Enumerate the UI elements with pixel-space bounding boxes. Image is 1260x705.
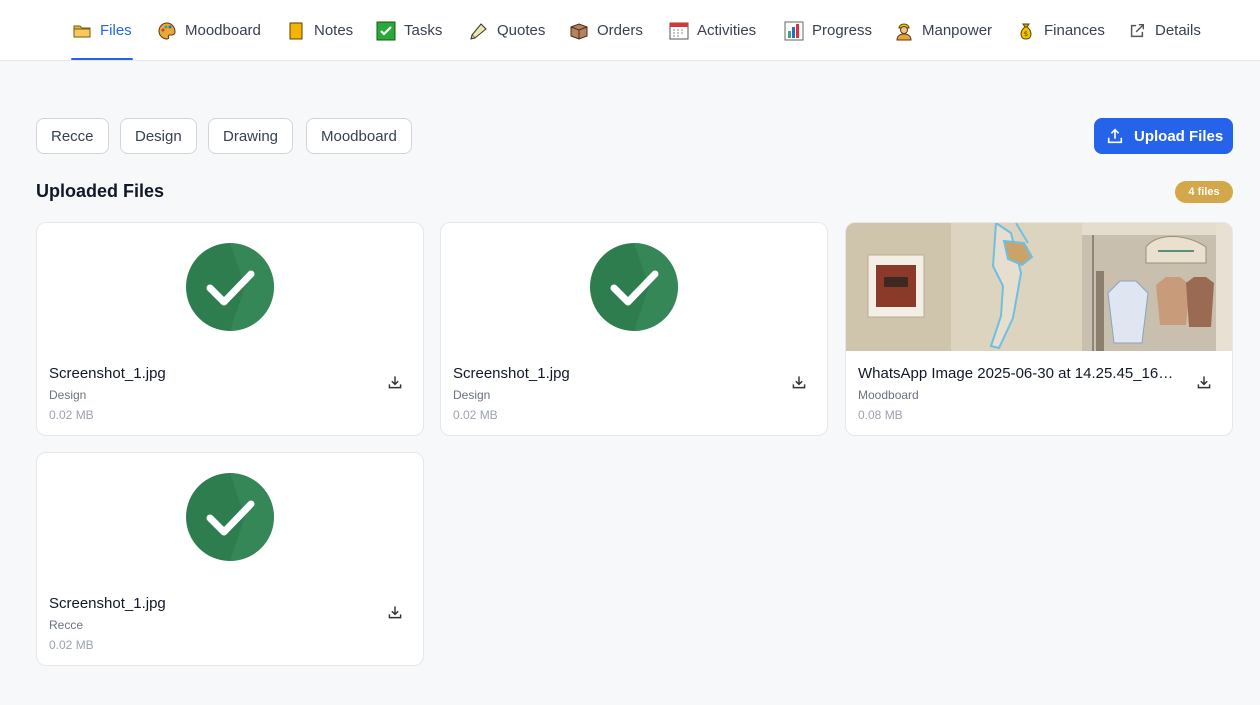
tab-label: Tasks xyxy=(404,22,443,39)
upload-label: Upload Files xyxy=(1134,127,1224,145)
checkmark-icon xyxy=(590,243,678,331)
tab-progress[interactable]: Progress xyxy=(784,0,872,61)
file-size: 0.08 MB xyxy=(858,408,903,422)
bar-chart-icon xyxy=(784,21,804,41)
tab-manpower[interactable]: Manpower xyxy=(894,0,992,61)
section-title: Uploaded Files xyxy=(36,181,165,201)
upload-icon xyxy=(1106,127,1124,145)
file-name: WhatsApp Image 2025-06-30 at 14.25.45_16… xyxy=(858,365,1178,382)
filter-recce[interactable]: Recce xyxy=(36,118,109,154)
tab-details[interactable]: Details xyxy=(1127,0,1201,61)
filter-label: Design xyxy=(135,127,182,145)
tab-activities[interactable]: Activities xyxy=(669,0,756,61)
file-thumbnail xyxy=(37,223,423,351)
external-link-icon xyxy=(1127,21,1147,41)
filter-label: Recce xyxy=(51,127,94,145)
filter-label: Drawing xyxy=(223,127,279,145)
filter-label: Moodboard xyxy=(321,127,397,145)
tab-tasks[interactable]: Tasks xyxy=(376,0,442,61)
upload-files-button[interactable]: Upload Files xyxy=(1094,118,1233,154)
calendar-icon xyxy=(669,21,689,41)
file-size: 0.02 MB xyxy=(49,408,94,422)
download-icon[interactable] xyxy=(385,602,405,622)
top-nav: Files Moodboard Notes Tasks Quotes Order… xyxy=(0,0,1260,61)
file-thumbnail xyxy=(846,223,1232,351)
file-card[interactable]: Screenshot_1.jpg Design 0.02 MB xyxy=(36,222,424,436)
tab-label: Finances xyxy=(1044,22,1105,39)
note-icon xyxy=(286,21,306,41)
filter-drawing[interactable]: Drawing xyxy=(208,118,294,154)
download-icon[interactable] xyxy=(789,372,809,392)
tab-files[interactable]: Files xyxy=(71,0,133,61)
box-icon xyxy=(569,21,589,41)
tab-label: Details xyxy=(1155,22,1201,39)
file-name: Screenshot_1.jpg xyxy=(49,365,166,382)
money-bag-icon: $ xyxy=(1016,21,1036,41)
checkmark-icon xyxy=(186,473,274,561)
file-category: Design xyxy=(49,388,87,402)
file-category: Design xyxy=(453,388,491,402)
file-card[interactable]: Screenshot_1.jpg Design 0.02 MB xyxy=(440,222,828,436)
palette-icon xyxy=(157,21,177,41)
file-thumbnail xyxy=(37,453,423,581)
file-category: Moodboard xyxy=(858,388,919,402)
file-thumbnail xyxy=(441,223,827,351)
tab-label: Manpower xyxy=(922,22,993,39)
tab-finances[interactable]: $ Finances xyxy=(1016,0,1105,61)
tab-label: Quotes xyxy=(497,22,546,39)
check-box-icon xyxy=(376,21,396,41)
tab-notes[interactable]: Notes xyxy=(286,0,353,61)
file-size: 0.02 MB xyxy=(453,408,498,422)
checkmark-icon xyxy=(186,243,274,331)
tab-moodboard[interactable]: Moodboard xyxy=(157,0,261,61)
worker-icon xyxy=(894,21,914,41)
photo-thumbnail xyxy=(846,223,1232,351)
tab-label: Moodboard xyxy=(185,22,261,39)
tab-label: Notes xyxy=(314,22,354,39)
file-card[interactable]: WhatsApp Image 2025-06-30 at 14.25.45_16… xyxy=(845,222,1233,436)
download-icon[interactable] xyxy=(1194,372,1214,392)
tab-orders[interactable]: Orders xyxy=(569,0,643,61)
tab-label: Orders xyxy=(597,22,643,39)
file-count-badge: 4 files xyxy=(1175,181,1233,203)
quote-icon xyxy=(469,21,489,41)
download-icon[interactable] xyxy=(385,372,405,392)
file-name: Screenshot_1.jpg xyxy=(49,595,166,612)
tab-quotes[interactable]: Quotes xyxy=(469,0,545,61)
file-category: Recce xyxy=(49,618,84,632)
file-size: 0.02 MB xyxy=(49,638,94,652)
file-name: Screenshot_1.jpg xyxy=(453,365,570,382)
filter-design[interactable]: Design xyxy=(120,118,197,154)
filter-moodboard[interactable]: Moodboard xyxy=(306,118,412,154)
tab-label: Progress xyxy=(812,22,873,39)
svg-text:$: $ xyxy=(1024,30,1028,38)
tab-label: Files xyxy=(100,22,132,39)
folder-icon xyxy=(72,21,92,41)
file-card[interactable]: Screenshot_1.jpg Recce 0.02 MB xyxy=(36,452,424,666)
tab-label: Activities xyxy=(697,22,757,39)
